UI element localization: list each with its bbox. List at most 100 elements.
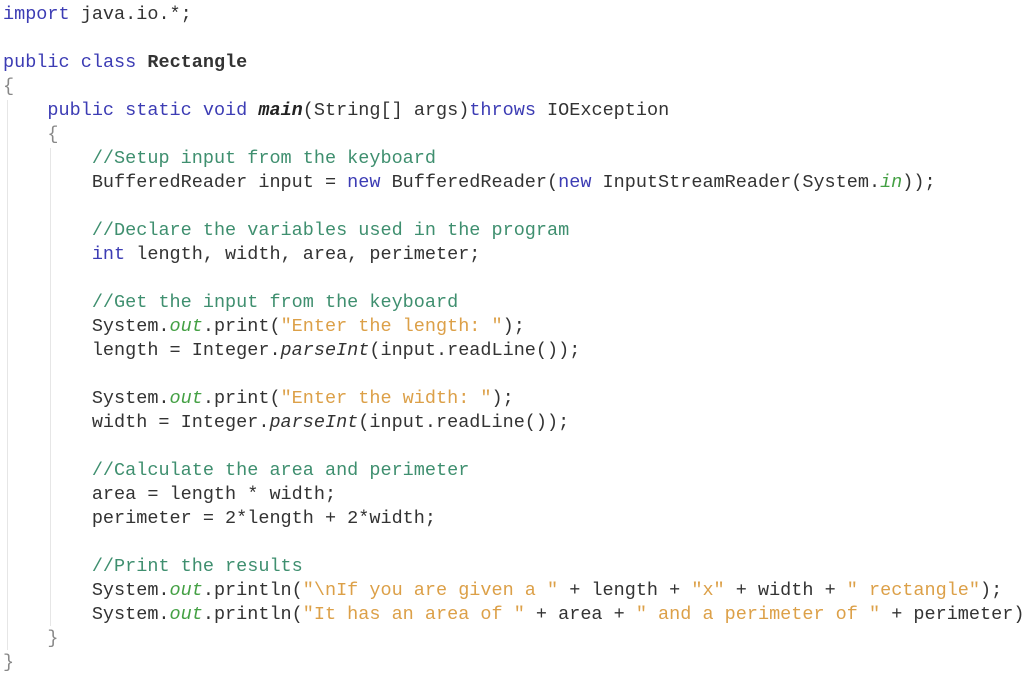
static-field-token: out [169,580,203,601]
brace-token: } [3,652,15,673]
code-line: } [3,651,1024,675]
code-text: System. [3,580,170,601]
code-text: .print( [202,316,281,337]
comment-token: //Setup input from the keyboard [91,148,436,169]
brace-token: { [3,76,15,97]
keyword-token: new [347,172,381,193]
code-line: area = length * width; [3,483,1024,507]
code-text: BufferedReader( [380,172,559,193]
code-text: ); [502,316,525,337]
code-text: + width + [724,580,847,601]
code-line: width = Integer.parseInt(input.readLine(… [3,411,1024,435]
code-line: import java.io.*; [3,3,1024,27]
string-literal-token: "Enter the width: " [280,388,492,409]
brace-token: { [47,124,59,145]
code-line: //Calculate the area and perimeter [3,459,1024,483]
code-line: System.out.println("It has an area of " … [3,603,1024,627]
code-line: System.out.print("Enter the length: "); [3,315,1024,339]
keyword-token: throws [469,100,536,121]
code-text: ); [980,580,1003,601]
code-text: .println( [202,604,303,625]
code-text: length = Integer. [3,340,281,361]
code-text: System. [3,604,170,625]
code-line: System.out.print("Enter the width: "); [3,387,1024,411]
code-line: public class Rectangle [3,51,1024,75]
static-field-token: out [169,316,203,337]
code-text: System. [3,316,170,337]
keyword-token: int [91,244,126,265]
keyword-token: public static void [47,100,248,121]
brace-token: } [47,628,59,649]
code-line: { [3,123,1024,147]
string-literal-token: "Enter the length: " [280,316,503,337]
code-text: BufferedReader input = [3,172,348,193]
code-text: + area + [524,604,636,625]
code-text: .print( [202,388,281,409]
keyword-token: class [80,52,137,73]
method-call-token: parseInt [269,412,359,433]
string-literal-token: "\nIf you are given a " [302,580,559,601]
method-name-token: main [258,100,303,121]
keyword-token: import [3,4,70,25]
code-line: } [3,627,1024,651]
code-line: //Declare the variables used in the prog… [3,219,1024,243]
code-text: length, width, area, perimeter; [125,244,481,265]
string-literal-token: " and a perimeter of " [635,604,881,625]
comment-token: //Calculate the area and perimeter [91,460,470,481]
code-line: { [3,75,1024,99]
code-text: (input.readLine()); [358,412,570,433]
comment-token: //Declare the variables used in the prog… [91,220,570,241]
code-text: (input.readLine()); [369,340,581,361]
comment-token: //Print the results [91,556,303,577]
code-line: BufferedReader input = new BufferedReade… [3,171,1024,195]
code-text: java.io.*; [69,4,192,25]
keyword-token: public [3,52,70,73]
code-text: + perimeter); [880,604,1024,625]
keyword-token: new [558,172,592,193]
string-literal-token: "x" [691,580,725,601]
string-literal-token: " rectangle" [846,580,981,601]
code-text: System. [3,388,170,409]
code-line: public static void main(String[] args)th… [3,99,1024,123]
method-call-token: parseInt [280,340,370,361]
static-field-token: out [169,388,203,409]
code-line: int length, width, area, perimeter; [3,243,1024,267]
code-text: InputStreamReader(System. [591,172,881,193]
string-literal-token: "It has an area of " [302,604,525,625]
code-line: //Setup input from the keyboard [3,147,1024,171]
code-text: + length + [558,580,692,601]
static-field-token: out [169,604,203,625]
code-line: //Print the results [3,555,1024,579]
code-text: width = Integer. [3,412,270,433]
class-name-token: Rectangle [147,52,248,73]
code-line: perimeter = 2*length + 2*width; [3,507,1024,531]
code-line: length = Integer.parseInt(input.readLine… [3,339,1024,363]
code-line: //Get the input from the keyboard [3,291,1024,315]
code-text: perimeter = 2*length + 2*width; [3,508,436,529]
code-editor[interactable]: import java.io.*; public class Rectangle… [3,3,1024,675]
code-text: ); [491,388,514,409]
static-field-token: in [880,172,903,193]
code-text: area = length * width; [3,484,337,505]
code-text: IOException [535,100,670,121]
code-text: )); [902,172,936,193]
comment-token: //Get the input from the keyboard [91,292,459,313]
